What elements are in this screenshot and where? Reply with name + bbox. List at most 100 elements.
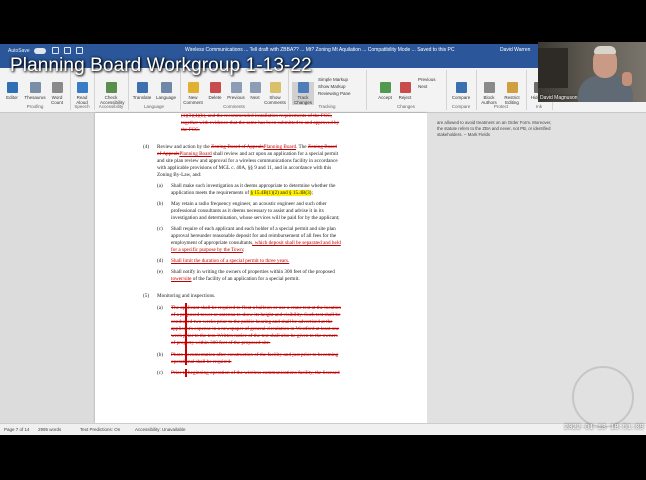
show-markup-dropdown[interactable]: Show Markup — [318, 83, 351, 90]
monitor-a-line-5: week prior to the test. Written notice o… — [171, 333, 338, 339]
next-comment-button[interactable]: Next — [244, 82, 266, 100]
presenter-hair — [594, 46, 616, 54]
track-changes-button[interactable]: Track Changes — [292, 82, 314, 105]
new-comment-icon — [187, 82, 199, 93]
monitor-a-line-4: applicant's expense in a newspaper of ge… — [171, 326, 340, 332]
group-changes: Accept Reject Previous Next Changes — [366, 70, 447, 110]
restrict-editing-button[interactable]: Restrict Editing — [501, 82, 523, 105]
comment-balloon[interactable]: are allowed to avoid treatment on an Ord… — [437, 120, 555, 138]
monitor-b-line-2: operational shall be required. — [171, 359, 232, 365]
reject-button[interactable]: Reject — [394, 82, 416, 100]
item-d-label: (d) — [157, 258, 164, 264]
para-5-label: (5) — [143, 293, 150, 299]
deleted-fcc-line-2: together with evidence that the same has… — [181, 120, 340, 126]
webcam-shelf — [538, 48, 568, 88]
check-accessibility-button[interactable]: Check Accessibility — [100, 82, 125, 105]
deleted-fcc-line-3: the FCC. — [181, 127, 200, 133]
translate-button[interactable]: Translate — [131, 82, 153, 100]
group-label-tracking: Tracking — [318, 104, 336, 109]
para-4-line-2: of AppealsPlanning Board shall review an… — [157, 151, 339, 157]
accept-button[interactable]: Accept — [374, 82, 396, 100]
item-e-line-2: tower/site of the facility of an applica… — [171, 276, 300, 282]
user-name[interactable]: David Warren — [500, 47, 530, 53]
page-count[interactable]: Page 7 of 14 — [4, 427, 30, 432]
next-change-button[interactable]: Next — [418, 83, 436, 90]
status-bar: Page 7 of 14 2995 words Text Predictions… — [0, 423, 646, 435]
monitor-a-line-1: The applicant shall be required to float… — [171, 305, 341, 311]
word-count-button[interactable]: Word Count — [46, 82, 68, 105]
word-count[interactable]: 2995 words — [38, 427, 61, 432]
show-comments-button[interactable]: Show Comments — [264, 82, 286, 105]
group-label-comments: Comments — [223, 104, 245, 109]
reviewing-pane-dropdown[interactable]: Reviewing Pane — [318, 90, 351, 97]
accessibility-status[interactable]: Accessibility: Unavailable — [135, 427, 186, 432]
item-c-label: (c) — [157, 226, 163, 232]
track-changes-icon — [297, 82, 309, 93]
word-count-icon — [51, 82, 63, 93]
previous-icon — [230, 82, 242, 93]
next-icon — [249, 82, 261, 93]
item-b-line-2: professional consultants as it deems nec… — [171, 208, 324, 214]
monitor-c-label: (c) — [157, 370, 163, 376]
save-icon[interactable] — [51, 47, 59, 54]
monitor-c-line-1: Prior to beginning operation of the wire… — [171, 370, 340, 376]
language-icon — [160, 82, 172, 93]
item-b-line-3: investigation and determination, whose s… — [171, 215, 340, 221]
block-authors-button[interactable]: Block Authors — [478, 82, 500, 105]
highlighted-reference: § 15.4B(1)(2) and § 15.4B(3) — [250, 190, 312, 196]
para-4-line-5: Zoning By-Law, and: — [157, 172, 202, 178]
compare-button[interactable]: Compare — [450, 82, 472, 100]
webcam-feed: David Magnuson — [538, 42, 646, 102]
compare-icon — [455, 82, 467, 93]
para-5-title: Monitoring and inspections. — [157, 293, 216, 299]
undo-icon[interactable] — [63, 47, 71, 54]
editor-button[interactable]: Editor — [1, 82, 23, 100]
item-c-line-1: Shall require of each applicant and each… — [171, 226, 336, 232]
monitor-a-label: (a) — [157, 305, 163, 311]
town-seal-watermark — [572, 366, 634, 428]
item-c-line-4: for a specific purpose by the Town; — [171, 247, 245, 253]
show-comments-icon — [269, 82, 281, 93]
group-label-ink: Ink — [535, 104, 542, 109]
monitor-b-line-1: Photo documentation after construction o… — [171, 352, 339, 358]
item-a-line-2: application meets the requirements of § … — [171, 190, 313, 196]
monitor-a-line-2: of a proposed tower or antenna to show i… — [171, 312, 341, 318]
group-protect: Block Authors Restrict Editing Protect — [476, 70, 527, 110]
text-predictions[interactable]: Text Predictions: On — [80, 427, 120, 432]
autosave-toggle[interactable] — [33, 47, 46, 54]
monitor-a-line-6: of property within 300 feet of the propo… — [171, 340, 271, 346]
previous-change-button[interactable]: Previous — [418, 76, 436, 83]
recording-timestamp: 2022-01-13 18:51:09 — [564, 424, 644, 432]
monitor-a-line-3: conducted two weeks prior to the public … — [171, 319, 333, 325]
group-label-accessibility: Accessibility — [98, 104, 124, 109]
item-a-label: (a) — [157, 183, 163, 189]
lock-icon — [506, 82, 518, 93]
group-label-speech: Speech — [74, 104, 90, 109]
document-page[interactable]: (1)(3)(4)(b), and the recommended instal… — [95, 113, 427, 423]
document-title: Wireless Communications ... Tell draft w… — [185, 47, 455, 53]
read-aloud-button[interactable]: Read Aloud — [71, 82, 93, 105]
para-4-line-4: with applicable provisions of MGL c. 40A… — [157, 165, 332, 171]
block-authors-icon — [483, 82, 495, 93]
delete-comment-button[interactable]: Delete — [204, 82, 226, 100]
item-e-line-1: Shall notify in writing the owners of pr… — [171, 269, 335, 275]
display-for-review[interactable]: Simple Markup — [318, 76, 351, 83]
group-label-proofing: Proofing — [26, 104, 44, 109]
editor-icon — [6, 82, 18, 93]
item-b-line-1: May retain a radio frequency engineer, a… — [171, 201, 327, 207]
group-label-compare: Compare — [451, 104, 471, 109]
redo-icon[interactable] — [75, 47, 83, 54]
monitor-b-label: (b) — [157, 352, 164, 358]
thesaurus-icon — [29, 82, 41, 93]
item-e-label: (e) — [157, 269, 163, 275]
group-label-language: Language — [143, 104, 165, 109]
new-comment-button[interactable]: New Comment — [182, 82, 204, 105]
group-compare: Compare Compare — [446, 70, 477, 110]
group-label-changes: Changes — [396, 104, 415, 109]
deleted-fcc-line-1: (1)(3)(4)(b), and the recommended instal… — [181, 113, 332, 119]
language-button[interactable]: Language — [155, 82, 177, 100]
reject-icon — [399, 82, 411, 93]
thesaurus-button[interactable]: Thesaurus — [24, 82, 46, 100]
item-a-line-1: Shall make such investigation as it deem… — [171, 183, 336, 189]
accessibility-icon — [105, 82, 117, 93]
